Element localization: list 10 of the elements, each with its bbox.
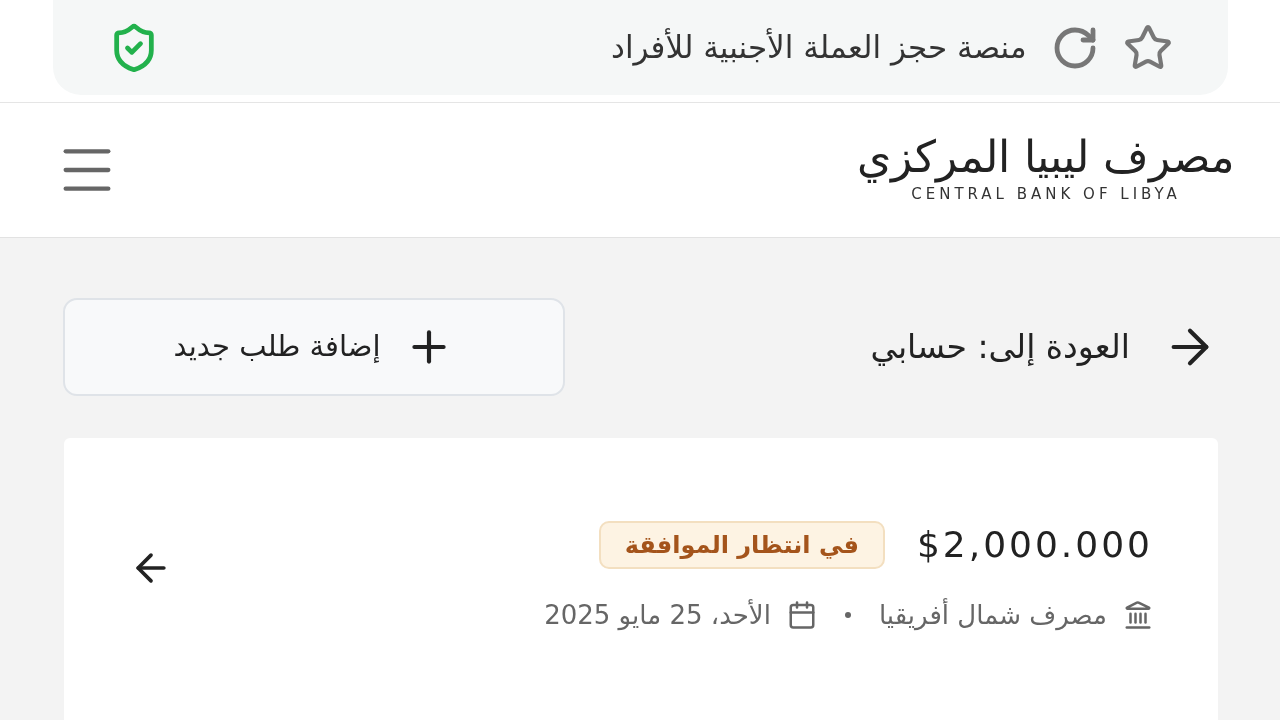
page-title: منصة حجز العملة الأجنبية للأفراد — [611, 27, 1027, 68]
amount: $2,000.000 — [916, 522, 1153, 567]
status-badge: في انتظار الموافقة — [598, 520, 885, 569]
calendar-icon — [786, 600, 817, 631]
bank-name: مصرف شمال أفريقيا — [878, 597, 1107, 633]
logo-english: CENTRAL BANK OF LIBYA — [911, 183, 1181, 205]
add-request-button[interactable]: إضافة طلب جديد — [63, 297, 565, 396]
request-date: الأحد، 25 مايو 2025 — [544, 598, 771, 633]
back-link[interactable]: العودة إلى: حسابي — [870, 318, 1218, 375]
bank-icon — [1123, 600, 1153, 631]
